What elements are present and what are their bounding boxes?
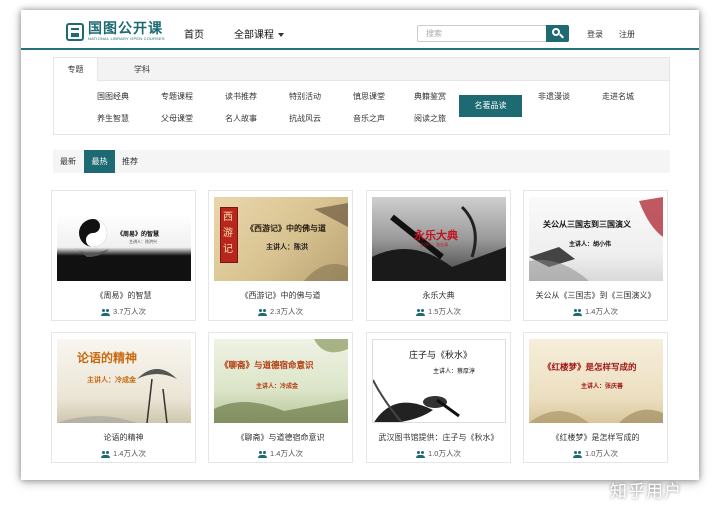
category-panel: 专题 学科 国图经典 专题课程 读书推荐 特别活动 慎思课堂 典籍鉴赏 名著品读… [53,57,670,135]
course-card[interactable]: 永乐大典 主讲人：张志清 永乐大典 1.5万人次 [366,190,511,321]
tag-item[interactable]: 阅读之旅 [401,108,459,130]
course-title[interactable]: 武汉图书馆提供：庄子与《秋水》 [367,432,510,443]
thumbnail-speaker: 主讲人：蔡厚淳 [433,368,476,375]
thumbnail-speaker: 主讲人：冷成金 [256,383,299,390]
thumbnail-title: 论语的精神 [77,351,138,365]
view-count: 1.0万人次 [367,448,510,459]
course-title[interactable]: 《西游记》中的佛与道 [209,290,352,301]
tag-item[interactable]: 国图经典 [81,86,145,108]
course-title[interactable]: 《周易》的智慧 [52,290,195,301]
nav-all-courses-dropdown[interactable]: 全部课程 [234,26,284,41]
users-icon [101,450,111,458]
tab-topic[interactable]: 专题 [54,58,98,81]
tag-item[interactable]: 名人故事 [209,108,273,130]
nav-all-courses-label: 全部课程 [234,30,274,41]
logo-icon [66,22,84,41]
logo-subtitle: NATIONAL LIBRARY OPEN COURSES [88,36,165,41]
users-icon [416,308,426,316]
nav-home-link[interactable]: 首页 [184,26,204,41]
thumbnail-speaker: 主讲人：冷成金 [87,375,136,384]
tag-item[interactable]: 慎思课堂 [337,86,401,108]
tag-item[interactable]: 父母课堂 [145,108,209,130]
view-count: 1.4万人次 [209,448,352,459]
search-button[interactable] [546,25,569,42]
users-icon [258,308,268,316]
watermark: 知乎用户 [610,482,682,502]
course-thumbnail[interactable]: 庄子与《秋水》 主讲人：蔡厚淳 [372,339,506,423]
tag-item[interactable]: 专题课程 [145,86,209,108]
site-header: 国图公开课 NATIONAL LIBRARY OPEN COURSES 首页 全… [21,10,699,50]
course-card[interactable]: 《聊斋》与道德宿命意识 主讲人：冷成金 《聊斋》与道德宿命意识 1.4万人次 [208,332,353,463]
course-card[interactable]: 论语的精神 主讲人：冷成金 论语的精神 1.4万人次 [51,332,196,463]
tag-item[interactable]: 典籍鉴赏 [401,86,459,108]
course-title[interactable]: 永乐大典 [367,290,510,301]
sort-hottest[interactable]: 最热 [84,150,115,173]
course-thumbnail[interactable]: 西游记 《西游记》中的佛与道 主讲人：陈洪 [214,197,348,281]
users-icon [101,308,111,316]
course-card[interactable]: 《周易》的智慧 主讲人：徐洪兴 《周易》的智慧 3.7万人次 [51,190,196,321]
course-thumbnail[interactable]: 永乐大典 主讲人：张志清 [372,197,506,281]
course-card[interactable]: 西游记 《西游记》中的佛与道 主讲人：陈洪 《西游记》中的佛与道 2.3万人次 [208,190,353,321]
tag-item[interactable]: 音乐之声 [337,108,401,130]
tag-item[interactable]: 抗战风云 [273,108,337,130]
category-tabs: 专题 学科 [54,58,669,81]
site-logo[interactable]: 国图公开课 NATIONAL LIBRARY OPEN COURSES [66,22,165,41]
view-count: 1.4万人次 [524,306,667,317]
course-thumbnail[interactable]: 《红楼梦》是怎样写成的 主讲人：张庆善 [529,339,663,423]
search-input[interactable] [417,25,547,42]
tag-item[interactable]: 养生智慧 [81,108,145,130]
logo-title: 国图公开课 [88,21,163,37]
course-thumbnail[interactable]: 《聊斋》与道德宿命意识 主讲人：冷成金 [214,339,348,423]
course-thumbnail[interactable]: 《周易》的智慧 主讲人：徐洪兴 [57,197,191,281]
sort-recommended[interactable]: 推荐 [115,150,145,173]
course-card[interactable]: 庄子与《秋水》 主讲人：蔡厚淳 武汉图书馆提供：庄子与《秋水》 1.0万人次 [366,332,511,463]
sort-bar: 最新 最热 推荐 [53,150,670,173]
view-count: 2.3万人次 [209,306,352,317]
users-icon [573,450,583,458]
thumbnail-speaker: 主讲人：徐洪兴 [129,239,157,244]
view-count: 1.0万人次 [524,448,667,459]
thumbnail-speaker: 主讲人：胡小伟 [569,241,612,248]
view-count: 3.7万人次 [52,306,195,317]
thumbnail-title: 永乐大典 [414,229,458,242]
sort-newest[interactable]: 最新 [53,150,83,173]
course-card[interactable]: 关公从三国志到三国演义 主讲人：胡小伟 关公从《三国志》到《三国演义》 1.4万… [523,190,668,321]
course-title[interactable]: 关公从《三国志》到《三国演义》 [524,290,667,301]
thumbnail-title: 《周易》的智慧 [117,231,160,238]
tag-item[interactable]: 读书推荐 [209,86,273,108]
browser-frame: 国图公开课 NATIONAL LIBRARY OPEN COURSES 首页 全… [21,10,699,480]
course-thumbnail[interactable]: 论语的精神 主讲人：冷成金 [57,339,191,423]
register-link[interactable]: 注册 [619,29,635,40]
users-icon [416,450,426,458]
thumbnail-title: 《聊斋》与道德宿命意识 [220,361,314,371]
view-count: 1.4万人次 [52,448,195,459]
login-link[interactable]: 登录 [587,29,603,40]
tag-item[interactable]: 非遗漫谈 [522,86,586,108]
course-title[interactable]: 论语的精神 [52,432,195,443]
tag-item[interactable]: 特别活动 [273,86,337,108]
course-thumbnail[interactable]: 关公从三国志到三国演义 主讲人：胡小伟 [529,197,663,281]
thumbnail-speaker: 主讲人：张志清 [420,242,448,247]
view-count: 1.5万人次 [367,306,510,317]
chevron-down-icon [278,33,284,38]
course-title[interactable]: 《聊斋》与道德宿命意识 [209,432,352,443]
users-icon [258,450,268,458]
tag-item-active[interactable]: 名著品读 [459,95,522,117]
thumbnail-title: 关公从三国志到三国演义 [543,219,631,229]
tab-subject[interactable]: 学科 [122,58,162,81]
thumbnail-title: 庄子与《秋水》 [409,351,473,361]
thumbnail-speaker: 主讲人：张庆善 [581,383,624,390]
course-title[interactable]: 《红楼梦》是怎样写成的 [524,432,667,443]
thumbnail-title: 《红楼梦》是怎样写成的 [543,363,637,373]
tag-item[interactable]: 走进名城 [586,86,650,108]
users-icon [573,308,583,316]
course-card[interactable]: 《红楼梦》是怎样写成的 主讲人：张庆善 《红楼梦》是怎样写成的 1.0万人次 [523,332,668,463]
